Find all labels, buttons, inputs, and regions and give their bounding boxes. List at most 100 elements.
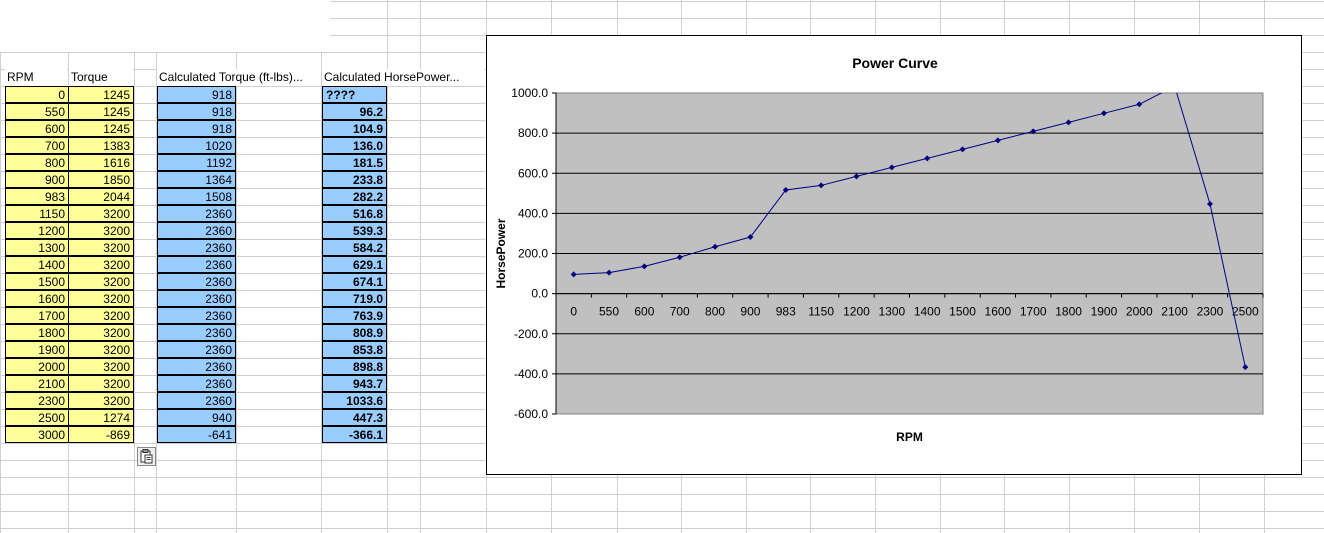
cell-calculated-horsepower[interactable]: 808.9 [322,324,387,341]
cell-calculated-torque[interactable]: 940 [157,409,236,426]
cell-rpm[interactable]: 550 [5,103,69,120]
cell-calculated-horsepower[interactable]: 104.9 [322,120,387,137]
cell-torque[interactable]: 3200 [68,239,134,256]
cell-rpm[interactable]: 1150 [5,205,69,222]
cell-torque[interactable]: 1850 [68,171,134,188]
cell-calculated-torque[interactable]: 1192 [157,154,236,171]
cell-rpm[interactable]: 900 [5,171,69,188]
cell-calculated-torque[interactable]: 2360 [157,392,236,409]
cell-calculated-horsepower[interactable]: 539.3 [322,222,387,239]
cell-calculated-horsepower[interactable]: 233.8 [322,171,387,188]
cell-calculated-torque[interactable]: 918 [157,103,236,120]
x-tick-label: 1200 [843,305,870,319]
cell-rpm[interactable]: 1300 [5,239,69,256]
cell-rpm[interactable]: 1800 [5,324,69,341]
cell-torque[interactable]: 1245 [68,86,134,103]
cell-rpm[interactable]: 700 [5,137,69,154]
cell-calculated-horsepower[interactable]: 943.7 [322,375,387,392]
header-calculated-torque[interactable]: Calculated Torque (ft-lbs)... [157,69,321,86]
cell-calculated-torque[interactable]: 2360 [157,222,236,239]
cell-rpm[interactable]: 3000 [5,426,69,443]
cell-torque[interactable]: 3200 [68,290,134,307]
y-tick-label: 1000.0 [511,86,548,100]
cell-rpm[interactable]: 600 [5,120,69,137]
cell-calculated-torque[interactable]: -641 [157,426,236,443]
cell-torque[interactable]: 3200 [68,375,134,392]
cell-calculated-horsepower[interactable]: 719.0 [322,290,387,307]
cell-calculated-torque[interactable]: 2360 [157,324,236,341]
cell-calculated-horsepower[interactable]: 282.2 [322,188,387,205]
cell-torque[interactable]: 3200 [68,392,134,409]
cell-torque[interactable]: 1274 [68,409,134,426]
y-tick-label: 600.0 [518,166,548,180]
spreadsheet[interactable]: RPM Torque Calculated Torque (ft-lbs)...… [0,0,1324,533]
cell-calculated-torque[interactable]: 2360 [157,358,236,375]
cell-torque[interactable]: 3200 [68,205,134,222]
cell-torque[interactable]: 2044 [68,188,134,205]
cell-calculated-torque[interactable]: 918 [157,86,236,103]
cell-torque[interactable]: 3200 [68,358,134,375]
cell-calculated-horsepower[interactable]: 181.5 [322,154,387,171]
cell-calculated-torque[interactable]: 1020 [157,137,236,154]
cell-calculated-horsepower[interactable]: ???? [322,86,387,103]
cell-torque[interactable]: 1383 [68,137,134,154]
cell-calculated-horsepower[interactable]: 898.8 [322,358,387,375]
cell-rpm[interactable]: 2500 [5,409,69,426]
cell-calculated-torque[interactable]: 2360 [157,307,236,324]
cell-torque[interactable]: 3200 [68,324,134,341]
cell-calculated-torque[interactable]: 2360 [157,205,236,222]
cell-rpm[interactable]: 983 [5,188,69,205]
cell-calculated-torque[interactable]: 2360 [157,273,236,290]
cell-torque[interactable]: 3200 [68,256,134,273]
cell-calculated-horsepower[interactable]: 674.1 [322,273,387,290]
x-tick-label: 2100 [1161,305,1188,319]
cell-rpm[interactable]: 0 [5,86,69,103]
clipboard-paste-icon[interactable] [137,447,156,466]
cell-calculated-horsepower[interactable]: 1033.6 [322,392,387,409]
cell-rpm[interactable]: 1600 [5,290,69,307]
cell-rpm[interactable]: 2100 [5,375,69,392]
power-curve-chart[interactable]: Power Curve 1000.0 800.0 600.0 400.0 200.0 0.… [486,35,1302,475]
cell-calculated-torque[interactable]: 2360 [157,239,236,256]
cell-rpm[interactable]: 2300 [5,392,69,409]
cell-rpm[interactable]: 1900 [5,341,69,358]
cell-calculated-torque[interactable]: 2360 [157,256,236,273]
cell-rpm[interactable]: 1400 [5,256,69,273]
cell-torque[interactable]: 1245 [68,120,134,137]
cell-rpm[interactable]: 2000 [5,358,69,375]
cell-torque[interactable]: 3200 [68,307,134,324]
x-tick-label: 800 [705,305,725,319]
cell-torque[interactable]: 3200 [68,273,134,290]
cell-rpm[interactable]: 1500 [5,273,69,290]
cell-calculated-torque[interactable]: 1364 [157,171,236,188]
y-tick-label: 400.0 [518,206,548,220]
header-torque[interactable]: Torque [69,69,133,86]
cell-calculated-torque[interactable]: 2360 [157,341,236,358]
y-axis-ticks: 1000.0 800.0 600.0 400.0 200.0 0.0 -200.0 -400.… [511,86,557,421]
chart-title: Power Curve [852,55,938,71]
cell-torque[interactable]: -869 [68,426,134,443]
x-tick-label: 900 [740,305,760,319]
header-calculated-horsepower[interactable]: Calculated HorsePower... [322,69,484,86]
cell-calculated-horsepower[interactable]: 763.9 [322,307,387,324]
cell-calculated-horsepower[interactable]: 96.2 [322,103,387,120]
cell-calculated-torque[interactable]: 2360 [157,290,236,307]
cell-calculated-torque[interactable]: 2360 [157,375,236,392]
cell-rpm[interactable]: 800 [5,154,69,171]
cell-calculated-horsepower[interactable]: 516.8 [322,205,387,222]
cell-torque[interactable]: 3200 [68,222,134,239]
cell-calculated-horsepower[interactable]: -366.1 [322,426,387,443]
cell-calculated-horsepower[interactable]: 447.3 [322,409,387,426]
cell-rpm[interactable]: 1700 [5,307,69,324]
cell-torque[interactable]: 1616 [68,154,134,171]
cell-torque[interactable]: 3200 [68,341,134,358]
cell-rpm[interactable]: 1200 [5,222,69,239]
cell-calculated-horsepower[interactable]: 853.8 [322,341,387,358]
cell-calculated-torque[interactable]: 918 [157,120,236,137]
cell-torque[interactable]: 1245 [68,103,134,120]
header-rpm[interactable]: RPM [5,69,67,86]
cell-calculated-horsepower[interactable]: 584.2 [322,239,387,256]
cell-calculated-torque[interactable]: 1508 [157,188,236,205]
cell-calculated-horsepower[interactable]: 629.1 [322,256,387,273]
cell-calculated-horsepower[interactable]: 136.0 [322,137,387,154]
